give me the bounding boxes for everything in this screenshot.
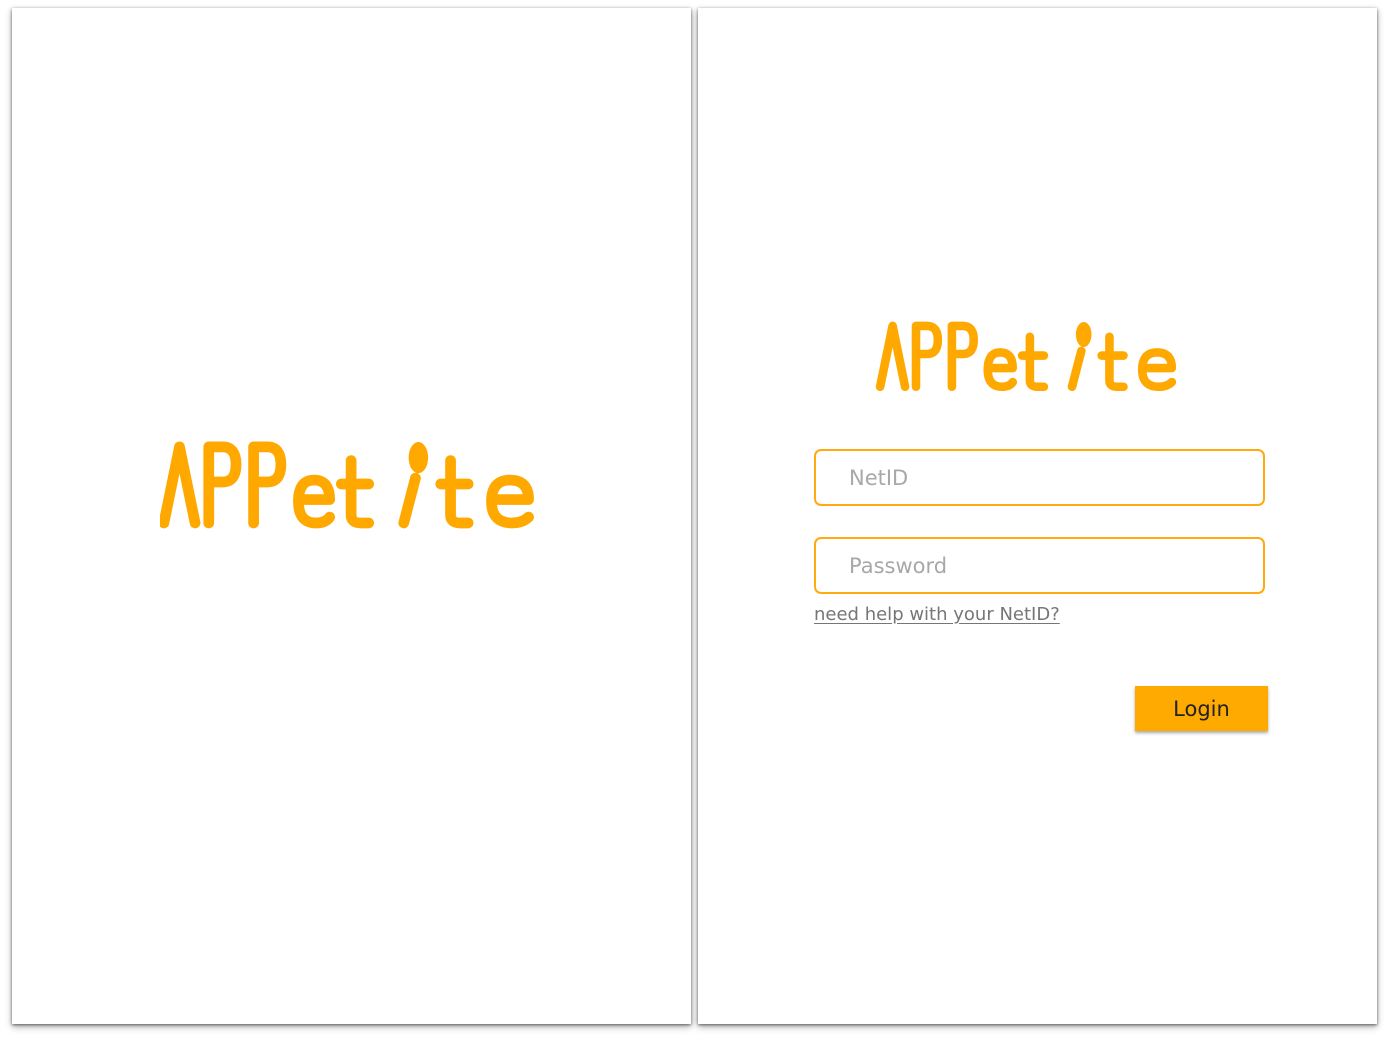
app-canvas: need help with your NetID? Login bbox=[0, 0, 1389, 1040]
login-screen: need help with your NetID? Login bbox=[698, 8, 1377, 1024]
login-button[interactable]: Login bbox=[1135, 686, 1268, 731]
appetite-logo bbox=[875, 321, 1177, 392]
splash-screen bbox=[12, 8, 691, 1024]
netid-field[interactable] bbox=[814, 449, 1265, 506]
password-field[interactable] bbox=[814, 537, 1265, 594]
netid-help-link[interactable]: need help with your NetID? bbox=[814, 604, 1060, 625]
appetite-logo bbox=[160, 441, 534, 529]
